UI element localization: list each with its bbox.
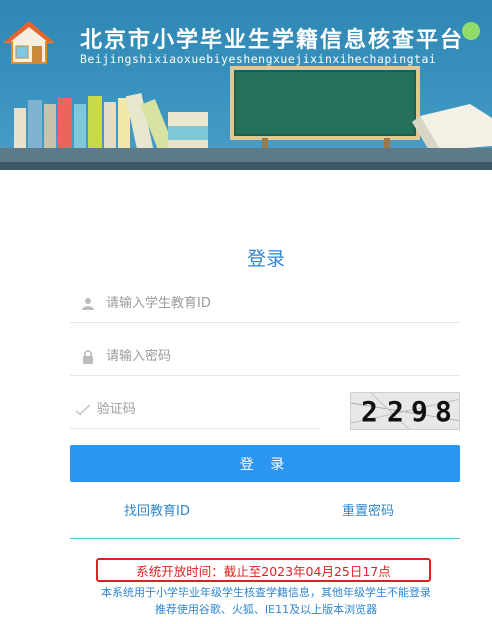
login-heading: 登录 <box>246 248 285 270</box>
captcha-field <box>70 391 320 429</box>
password-field <box>70 338 460 376</box>
info-line: 本系统用于小学毕业年级学生核查学籍信息，其他年级学生不能登录 <box>101 586 431 599</box>
page-subtitle: Beijingshixiaoxuebiyeshengxuejixinxihech… <box>80 52 437 66</box>
decorative-dot <box>462 22 480 40</box>
recover-id-link[interactable]: 找回教育ID <box>124 500 190 519</box>
captcha-char: 2 <box>387 395 404 428</box>
captcha-char: 8 <box>435 395 452 428</box>
student-id-input[interactable] <box>106 296 406 311</box>
banner-floor-shadow <box>0 162 492 170</box>
reset-password-link[interactable]: 重置密码 <box>342 500 394 519</box>
login-button[interactable]: 登 录 <box>70 445 460 482</box>
student-id-field <box>70 285 460 323</box>
page-title: 北京市小学毕业生学籍信息核查平台 <box>80 28 465 53</box>
captcha-image[interactable]: 2 2 9 8 <box>350 392 460 430</box>
user-icon <box>70 297 106 311</box>
captcha-input[interactable] <box>96 402 320 417</box>
open-time-notice: 系统开放时间：截止至2023年04月25日17点 <box>96 558 431 582</box>
captcha-char: 9 <box>411 395 428 428</box>
lock-icon <box>70 349 106 364</box>
home-icon <box>4 21 54 64</box>
captcha-char: 2 <box>361 395 378 428</box>
header-banner: 北京市小学毕业生学籍信息核查平台 Beijingshixiaoxuebiyesh… <box>0 0 492 170</box>
open-time-text: 系统开放时间：截止至2023年04月25日17点 <box>136 563 391 579</box>
password-input[interactable] <box>106 349 406 364</box>
browser-recommendation: 推荐使用谷歌、火狐、IE11及以上版本浏览器 <box>154 603 378 616</box>
divider <box>70 538 460 539</box>
check-icon <box>70 403 97 416</box>
